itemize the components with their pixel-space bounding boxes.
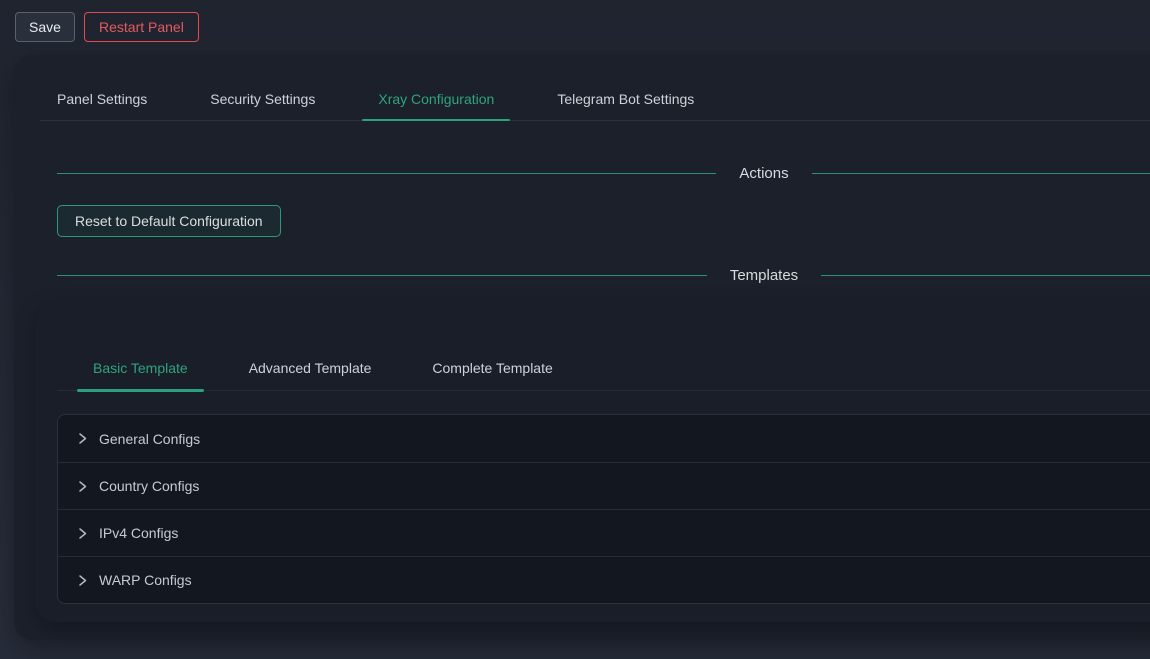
accordion-item-label: IPv4 Configs: [99, 525, 178, 541]
chevron-right-icon: [76, 432, 89, 445]
tab-complete-template[interactable]: Complete Template: [416, 358, 568, 390]
topbar: Save Restart Panel: [0, 0, 1150, 55]
accordion-item-label: Country Configs: [99, 478, 199, 494]
chevron-right-icon: [76, 480, 89, 493]
actions-divider: Actions: [57, 165, 1150, 182]
settings-card: Panel Settings Security Settings Xray Co…: [14, 55, 1150, 640]
accordion-item-label: WARP Configs: [99, 572, 192, 588]
restart-panel-button[interactable]: Restart Panel: [84, 12, 199, 42]
tab-basic-template[interactable]: Basic Template: [77, 358, 204, 390]
templates-divider-label: Templates: [707, 267, 821, 284]
tab-xray-configuration[interactable]: Xray Configuration: [362, 85, 510, 120]
chevron-right-icon: [76, 574, 89, 587]
chevron-right-icon: [76, 527, 89, 540]
accordion-item-label: General Configs: [99, 431, 200, 447]
template-tabs: Basic Template Advanced Template Complet…: [57, 358, 1150, 391]
save-button[interactable]: Save: [15, 12, 75, 42]
tab-telegram-bot-settings[interactable]: Telegram Bot Settings: [541, 85, 710, 120]
configs-accordion: General Configs Country Configs IPv4 Con…: [57, 414, 1150, 604]
accordion-item-general-configs[interactable]: General Configs: [58, 415, 1150, 462]
accordion-item-country-configs[interactable]: Country Configs: [58, 462, 1150, 509]
templates-card: Basic Template Advanced Template Complet…: [36, 300, 1150, 622]
tab-security-settings[interactable]: Security Settings: [194, 85, 331, 120]
tab-advanced-template[interactable]: Advanced Template: [233, 358, 388, 390]
accordion-item-ipv4-configs[interactable]: IPv4 Configs: [58, 509, 1150, 556]
tab-panel-settings[interactable]: Panel Settings: [41, 85, 163, 120]
actions-divider-label: Actions: [716, 165, 811, 182]
accordion-item-warp-configs[interactable]: WARP Configs: [58, 556, 1150, 603]
settings-tabs: Panel Settings Security Settings Xray Co…: [40, 85, 1150, 121]
templates-divider: Templates: [57, 267, 1150, 284]
reset-default-configuration-button[interactable]: Reset to Default Configuration: [57, 205, 281, 237]
